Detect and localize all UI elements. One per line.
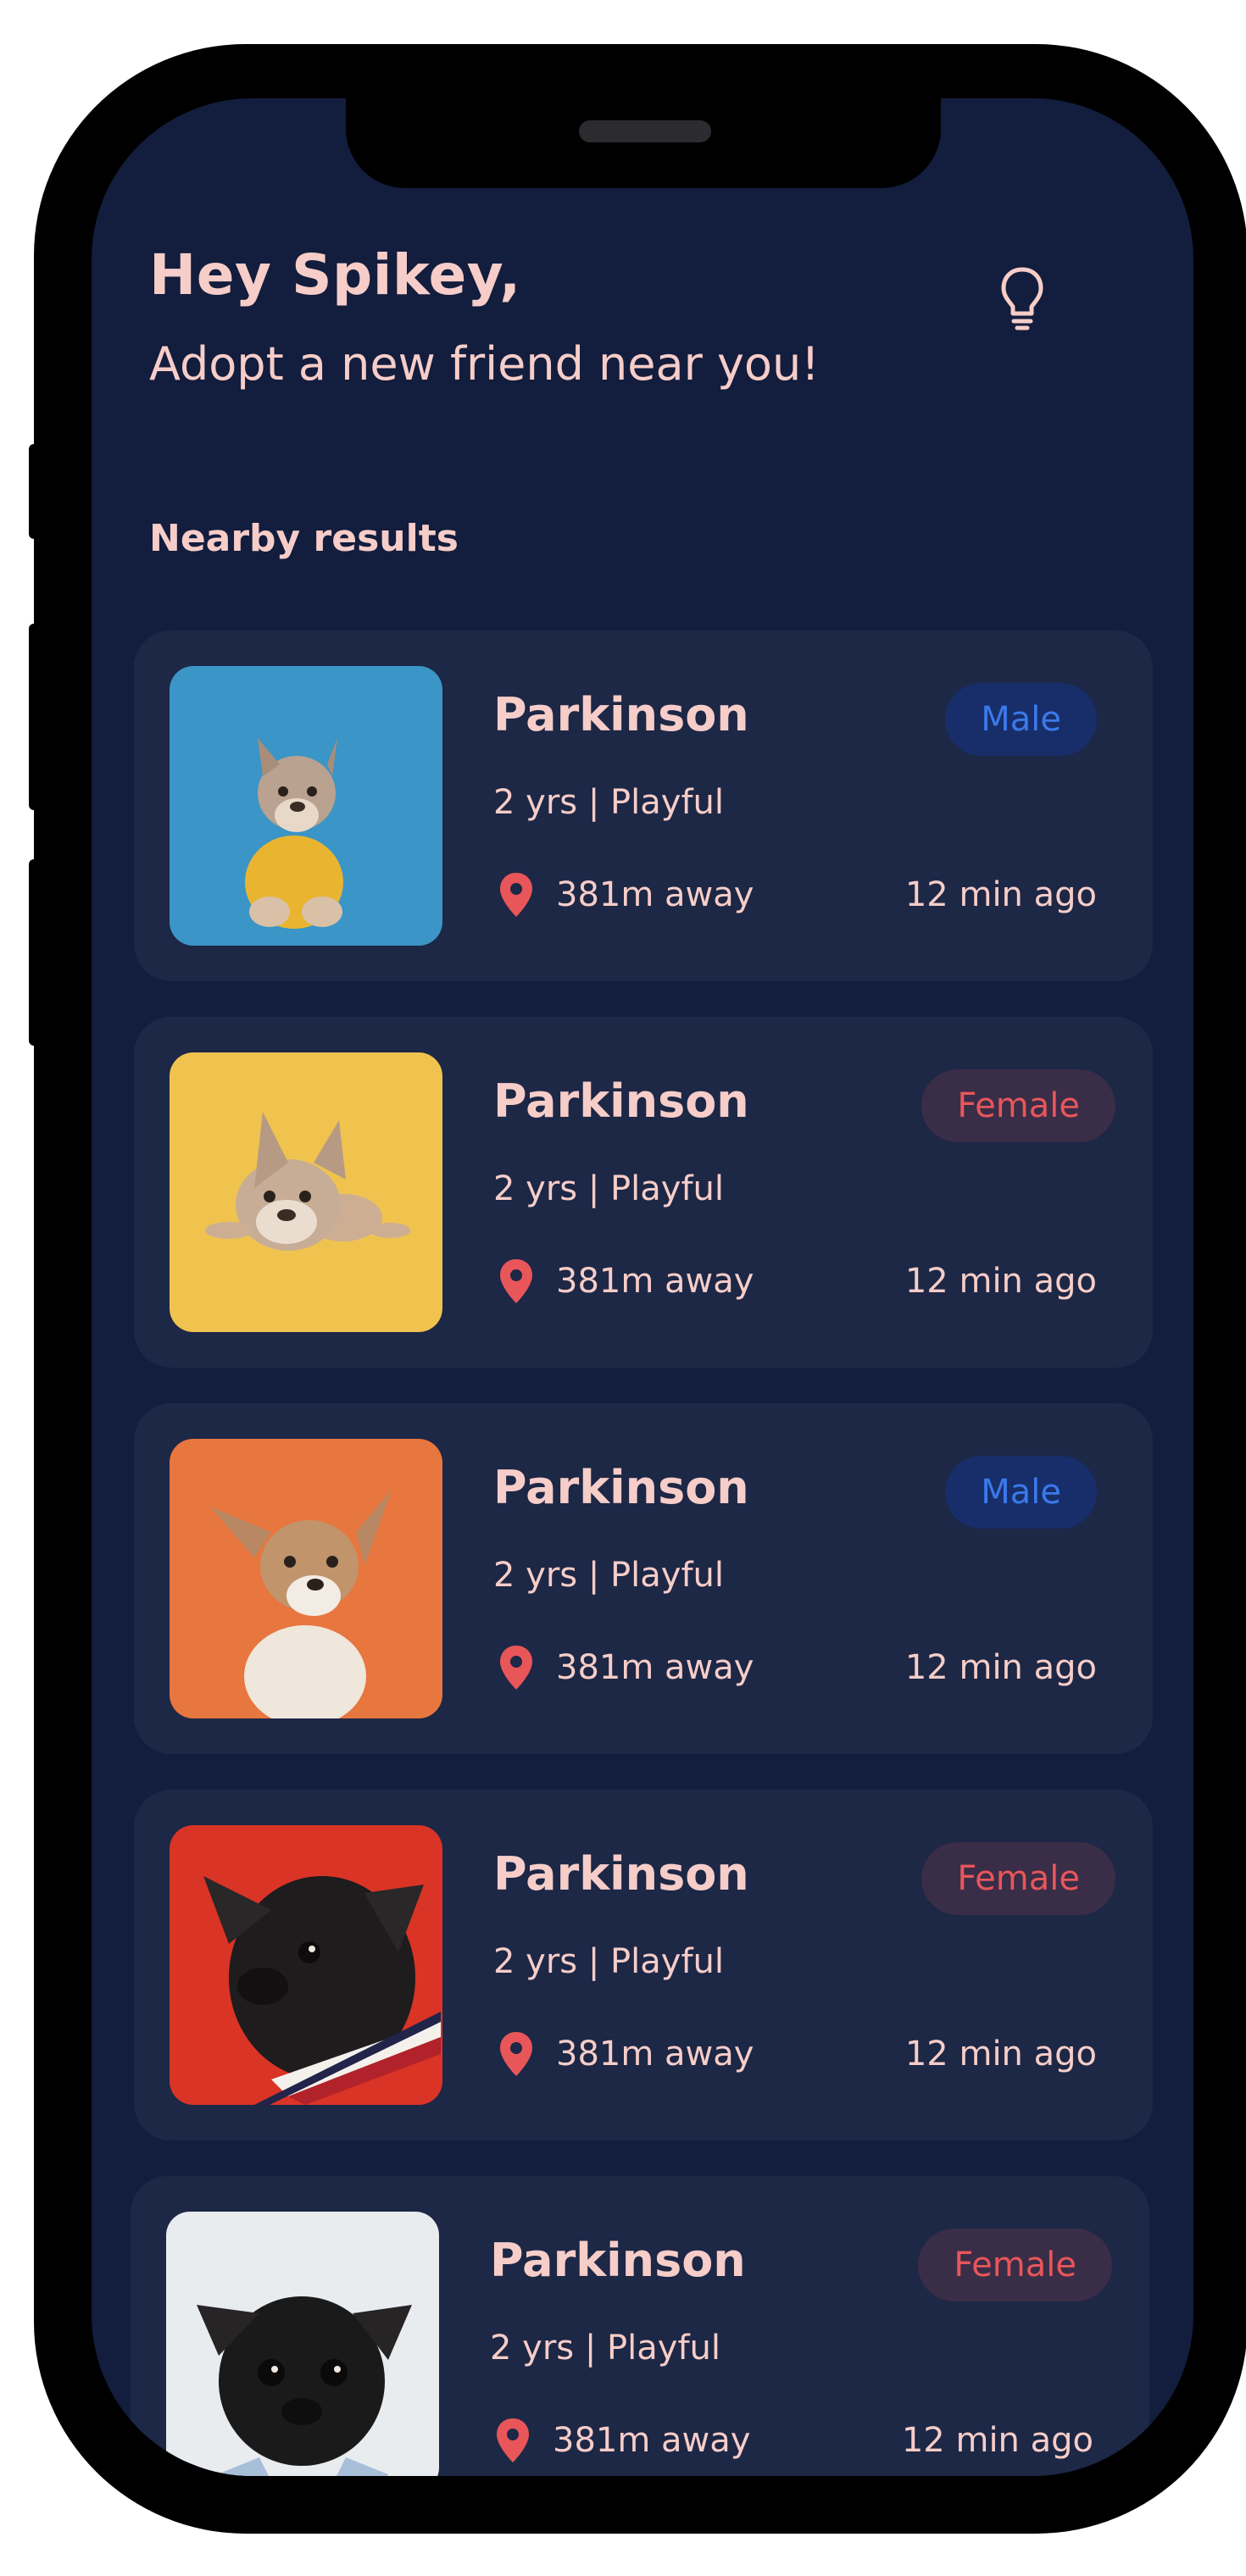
pet-photo [170, 1052, 442, 1332]
dog-photo-image [170, 666, 442, 946]
pet-age-temperament: 2 yrs | Playful [493, 1942, 724, 1981]
posted-time: 12 min ago [904, 1262, 1097, 1301]
pet-age-temperament: 2 yrs | Playful [490, 2329, 720, 2368]
pet-name: Parkinson [493, 1461, 749, 1514]
pet-distance: 381m away [553, 2421, 751, 2460]
posted-time: 12 min ago [901, 2421, 1093, 2460]
dog-photo-image [170, 1825, 442, 2105]
volume-down-button [29, 859, 41, 1046]
pet-card[interactable]: Parkinson Female 2 yrs | Playful 381m aw… [134, 1017, 1153, 1368]
speaker-grille [579, 120, 711, 142]
pet-card[interactable]: Parkinson Male 2 yrs | Playful 381m away… [134, 1403, 1153, 1754]
pet-age-temperament: 2 yrs | Playful [493, 783, 724, 822]
gender-badge[interactable]: Male [945, 683, 1097, 756]
pet-card[interactable]: Parkinson Female 2 yrs | Playful 381m aw… [131, 2176, 1149, 2476]
dog-photo-image [170, 1439, 442, 1718]
location-pin-icon [500, 873, 532, 917]
gender-badge[interactable]: Female [921, 1842, 1115, 1915]
dog-photo-image [166, 2212, 439, 2476]
greeting-title: Hey Spikey, [149, 242, 521, 308]
pet-distance: 381m away [556, 875, 754, 914]
pet-age-temperament: 2 yrs | Playful [493, 1556, 724, 1595]
pet-distance: 381m away [556, 1648, 754, 1687]
pet-photo [170, 1439, 442, 1718]
pet-name: Parkinson [493, 1074, 749, 1128]
location-pin-icon [500, 1259, 532, 1303]
pet-distance: 381m away [556, 1262, 754, 1301]
pet-age-temperament: 2 yrs | Playful [493, 1169, 724, 1208]
app-screen: Hey Spikey, Adopt a new friend near you!… [92, 98, 1193, 2476]
posted-time: 12 min ago [904, 875, 1097, 914]
greeting-subtitle: Adopt a new friend near you! [149, 337, 820, 391]
posted-time: 12 min ago [904, 2035, 1097, 2074]
nearby-results-heading: Nearby results [149, 517, 459, 560]
volume-up-button [29, 624, 41, 810]
location-pin-icon [500, 1646, 532, 1690]
gender-badge[interactable]: Female [918, 2229, 1112, 2301]
location-pin-icon [497, 2418, 529, 2462]
pet-name: Parkinson [493, 1847, 749, 1901]
dog-photo-image [170, 1052, 442, 1332]
pet-distance: 381m away [556, 2035, 754, 2074]
lightbulb-icon[interactable] [998, 264, 1046, 332]
pet-photo [170, 666, 442, 946]
location-pin-icon [500, 2032, 532, 2076]
pet-photo [170, 1825, 442, 2105]
gender-badge[interactable]: Female [921, 1069, 1115, 1142]
notch [346, 98, 941, 188]
gender-badge[interactable]: Male [945, 1456, 1097, 1529]
pet-name: Parkinson [493, 688, 749, 741]
pet-photo [166, 2212, 439, 2476]
mute-switch [29, 444, 41, 539]
pet-card[interactable]: Parkinson Female 2 yrs | Playful 381m aw… [134, 1790, 1153, 2140]
pet-card[interactable]: Parkinson Male 2 yrs | Playful 381m away… [134, 630, 1153, 981]
pet-name: Parkinson [490, 2234, 746, 2287]
posted-time: 12 min ago [904, 1648, 1097, 1687]
